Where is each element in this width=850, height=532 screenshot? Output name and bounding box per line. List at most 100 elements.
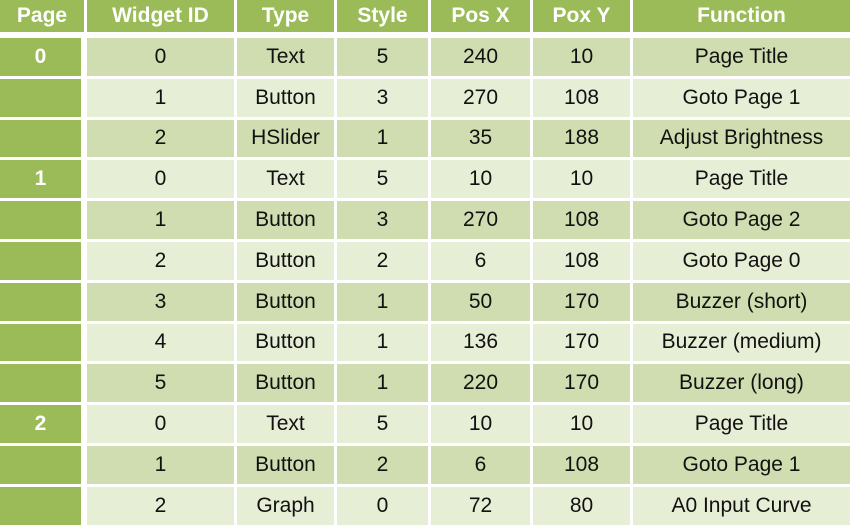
page-cell: 2 xyxy=(0,405,87,446)
table-row: 5 Button 1 220 170 Buzzer (long) xyxy=(0,364,850,406)
pos-x-cell: 10 xyxy=(431,160,533,202)
pos-x-cell: 270 xyxy=(431,201,533,242)
widget-id-cell: 5 xyxy=(87,364,237,406)
table-row: 2 Graph 0 72 80 A0 Input Curve xyxy=(0,486,850,528)
page-cell: 0 xyxy=(0,38,87,79)
pos-y-cell: 108 xyxy=(533,201,633,242)
widget-id-cell: 1 xyxy=(87,78,237,120)
widget-id-cell: 1 xyxy=(87,445,237,487)
pos-x-cell: 270 xyxy=(431,78,533,120)
page-cell: 1 xyxy=(0,160,87,202)
function-cell: Goto Page 1 xyxy=(633,78,850,120)
type-cell: Button xyxy=(237,323,337,365)
table-row: 4 Button 1 136 170 Buzzer (medium) xyxy=(0,323,850,365)
function-cell: Buzzer (long) xyxy=(633,364,850,406)
type-cell: HSlider xyxy=(237,119,337,161)
table-row: 1 0 Text 5 10 10 Page Title xyxy=(0,160,850,202)
page-cell xyxy=(0,486,87,528)
function-cell: Goto Page 1 xyxy=(633,445,850,487)
page-cell xyxy=(0,201,87,242)
type-cell: Button xyxy=(237,241,337,283)
widget-id-cell: 4 xyxy=(87,323,237,365)
pos-y-cell: 10 xyxy=(533,405,633,446)
widget-id-cell: 2 xyxy=(87,486,237,528)
pos-y-cell: 10 xyxy=(533,160,633,202)
style-cell: 2 xyxy=(337,241,431,283)
page-cell xyxy=(0,119,87,161)
function-cell: Goto Page 2 xyxy=(633,201,850,242)
pos-y-cell: 170 xyxy=(533,364,633,406)
pos-x-cell: 6 xyxy=(431,445,533,487)
style-cell: 1 xyxy=(337,364,431,406)
table-row: 2 HSlider 1 35 188 Adjust Brightness xyxy=(0,119,850,161)
pos-y-cell: 80 xyxy=(533,486,633,528)
pos-y-cell: 108 xyxy=(533,241,633,283)
header-pos-y: Pox Y xyxy=(533,0,633,38)
pos-y-cell: 170 xyxy=(533,323,633,365)
style-cell: 1 xyxy=(337,282,431,324)
style-cell: 2 xyxy=(337,445,431,487)
pos-x-cell: 50 xyxy=(431,282,533,324)
type-cell: Text xyxy=(237,160,337,202)
function-cell: Page Title xyxy=(633,38,850,79)
pos-x-cell: 6 xyxy=(431,241,533,283)
function-cell: A0 Input Curve xyxy=(633,486,850,528)
style-cell: 5 xyxy=(337,38,431,79)
style-cell: 1 xyxy=(337,323,431,365)
page-cell xyxy=(0,282,87,324)
widget-id-cell: 1 xyxy=(87,201,237,242)
type-cell: Button xyxy=(237,78,337,120)
type-cell: Button xyxy=(237,445,337,487)
type-cell: Text xyxy=(237,405,337,446)
type-cell: Text xyxy=(237,38,337,79)
type-cell: Button xyxy=(237,201,337,242)
style-cell: 3 xyxy=(337,201,431,242)
table-row: 1 Button 3 270 108 Goto Page 2 xyxy=(0,201,850,242)
widget-id-cell: 0 xyxy=(87,38,237,79)
widget-id-cell: 0 xyxy=(87,405,237,446)
widget-table-container: Page Widget ID Type Style Pos X Pox Y Fu… xyxy=(0,0,850,532)
table-row: 0 0 Text 5 240 10 Page Title xyxy=(0,38,850,79)
widget-table: Page Widget ID Type Style Pos X Pox Y Fu… xyxy=(0,0,850,528)
header-page: Page xyxy=(0,0,87,38)
pos-y-cell: 170 xyxy=(533,282,633,324)
table-row: 2 Button 2 6 108 Goto Page 0 xyxy=(0,241,850,283)
widget-id-cell: 3 xyxy=(87,282,237,324)
pos-y-cell: 108 xyxy=(533,445,633,487)
header-widget-id: Widget ID xyxy=(87,0,237,38)
table-row: 1 Button 3 270 108 Goto Page 1 xyxy=(0,78,850,120)
pos-y-cell: 108 xyxy=(533,78,633,120)
function-cell: Buzzer (short) xyxy=(633,282,850,324)
type-cell: Button xyxy=(237,282,337,324)
style-cell: 0 xyxy=(337,486,431,528)
widget-id-cell: 2 xyxy=(87,241,237,283)
pos-x-cell: 10 xyxy=(431,405,533,446)
header-pos-x: Pos X xyxy=(431,0,533,38)
header-type: Type xyxy=(237,0,337,38)
table-row: 1 Button 2 6 108 Goto Page 1 xyxy=(0,445,850,487)
type-cell: Graph xyxy=(237,486,337,528)
function-cell: Goto Page 0 xyxy=(633,241,850,283)
style-cell: 3 xyxy=(337,78,431,120)
widget-id-cell: 2 xyxy=(87,119,237,161)
header-style: Style xyxy=(337,0,431,38)
page-cell xyxy=(0,78,87,120)
table-row: 3 Button 1 50 170 Buzzer (short) xyxy=(0,282,850,324)
style-cell: 1 xyxy=(337,119,431,161)
style-cell: 5 xyxy=(337,405,431,446)
page-cell xyxy=(0,323,87,365)
function-cell: Page Title xyxy=(633,405,850,446)
page-cell xyxy=(0,241,87,283)
function-cell: Buzzer (medium) xyxy=(633,323,850,365)
page-cell xyxy=(0,364,87,406)
header-function: Function xyxy=(633,0,850,38)
type-cell: Button xyxy=(237,364,337,406)
pos-y-cell: 188 xyxy=(533,119,633,161)
pos-x-cell: 35 xyxy=(431,119,533,161)
function-cell: Adjust Brightness xyxy=(633,119,850,161)
page-cell xyxy=(0,445,87,487)
pos-x-cell: 136 xyxy=(431,323,533,365)
pos-x-cell: 240 xyxy=(431,38,533,79)
widget-id-cell: 0 xyxy=(87,160,237,202)
function-cell: Page Title xyxy=(633,160,850,202)
